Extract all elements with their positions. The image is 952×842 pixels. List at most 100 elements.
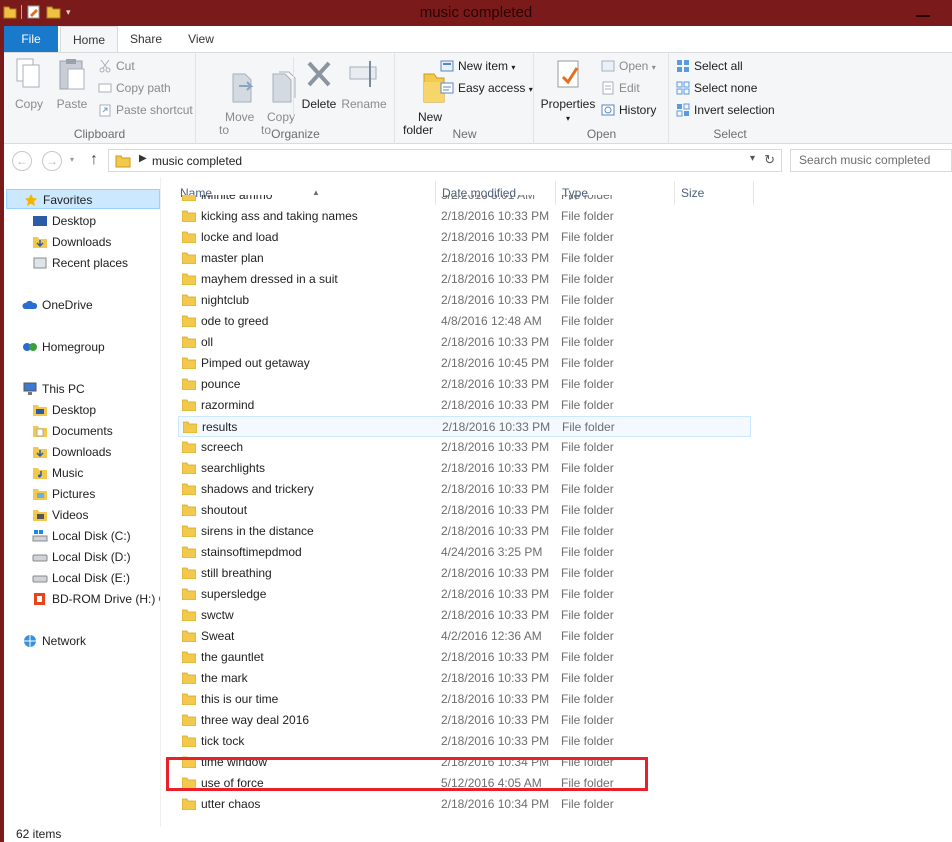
file-row[interactable]: nightclub 2/18/2016 10:33 PM File folder	[178, 290, 750, 311]
nav-documents[interactable]: Documents	[32, 421, 113, 441]
file-name[interactable]: swctw	[201, 605, 234, 626]
tab-file[interactable]: File	[4, 26, 58, 52]
file-row[interactable]: razormind 2/18/2016 10:33 PM File folder	[178, 395, 750, 416]
file-row[interactable]: the gauntlet 2/18/2016 10:33 PM File folde…	[178, 647, 750, 668]
file-name[interactable]: shoutout	[201, 500, 247, 521]
file-name[interactable]: still breathing	[201, 563, 272, 584]
file-name[interactable]: infinite ammo	[201, 195, 272, 206]
nav-pc-desktop[interactable]: Desktop	[32, 400, 96, 420]
file-row[interactable]: infinite ammo 3/2/2016 3:01 AM File folder	[178, 195, 750, 206]
file-name[interactable]: pounce	[201, 374, 240, 395]
file-name[interactable]: locke and load	[201, 227, 278, 248]
file-row[interactable]: shoutout 2/18/2016 10:33 PM File folder	[178, 500, 750, 521]
nav-bd-rom[interactable]: BD-ROM Drive (H:) G	[32, 589, 160, 609]
nav-network[interactable]: Network	[22, 631, 86, 651]
file-name[interactable]: nightclub	[201, 290, 249, 311]
invert-selection-button[interactable]: Invert selection	[676, 101, 775, 119]
nav-music[interactable]: Music	[32, 463, 83, 483]
tab-view[interactable]: View	[178, 26, 224, 52]
file-name[interactable]: ode to greed	[201, 311, 268, 332]
file-name[interactable]: searchlights	[201, 458, 265, 479]
file-name[interactable]: utter chaos	[201, 794, 260, 815]
file-name[interactable]: shadows and trickery	[201, 479, 314, 500]
file-name[interactable]: mayhem dressed in a suit	[201, 269, 338, 290]
nav-onedrive[interactable]: OneDrive	[22, 295, 93, 315]
paste-button[interactable]: Paste	[54, 57, 90, 111]
file-row[interactable]: the mark 2/18/2016 10:33 PM File folder	[178, 668, 750, 689]
file-row[interactable]: tick tock 2/18/2016 10:33 PM File folder	[178, 731, 750, 752]
file-row[interactable]: master plan 2/18/2016 10:33 PM File folder	[178, 248, 750, 269]
select-none-button[interactable]: Select none	[676, 79, 757, 97]
cut-button[interactable]: Cut	[98, 57, 135, 75]
file-row[interactable]: shadows and trickery 2/18/2016 10:33 PM Fi…	[178, 479, 750, 500]
new-item-button[interactable]: New item ▾	[440, 57, 515, 75]
nav-local-disk-d[interactable]: Local Disk (D:)	[32, 547, 131, 567]
file-name[interactable]: sirens in the distance	[201, 521, 314, 542]
file-name[interactable]: use of force	[201, 773, 264, 794]
nav-local-disk-c[interactable]: Local Disk (C:)	[32, 526, 131, 546]
file-row[interactable]: stainsoftimepdmod 4/24/2016 3:25 PM File f…	[178, 542, 750, 563]
nav-homegroup[interactable]: Homegroup	[22, 337, 105, 357]
file-name[interactable]: razormind	[201, 395, 254, 416]
nav-desktop[interactable]: Desktop	[32, 211, 96, 231]
open-button[interactable]: Open ▾	[601, 57, 656, 75]
edit-button[interactable]: Edit	[601, 79, 640, 97]
file-row[interactable]: three way deal 2016 2/18/2016 10:33 PM Fil…	[178, 710, 750, 731]
file-row[interactable]: time window 2/18/2016 10:34 PM File folder	[178, 752, 750, 773]
file-name[interactable]: oll	[201, 332, 213, 353]
file-name[interactable]: supersledge	[201, 584, 266, 605]
nav-recent-places[interactable]: Recent places	[32, 253, 128, 273]
file-row[interactable]: swctw 2/18/2016 10:33 PM File folder	[178, 605, 750, 626]
file-name[interactable]: Pimped out getaway	[201, 353, 310, 374]
file-name[interactable]: tick tock	[201, 731, 244, 752]
file-name[interactable]: kicking ass and taking names	[201, 206, 358, 227]
file-name[interactable]: time window	[201, 752, 267, 773]
file-name[interactable]: Sweat	[201, 626, 234, 647]
back-button[interactable]: ←	[12, 151, 32, 171]
file-row[interactable]: use of force 5/12/2016 4:05 AM File folder	[178, 773, 750, 794]
paste-shortcut-button[interactable]: Paste shortcut	[98, 101, 193, 119]
file-row[interactable]: pounce 2/18/2016 10:33 PM File folder	[178, 374, 750, 395]
file-row[interactable]: Pimped out getaway 2/18/2016 10:45 PM File…	[178, 353, 750, 374]
file-name[interactable]: screech	[201, 437, 243, 458]
history-button[interactable]: History	[601, 101, 656, 119]
address-dropdown-icon[interactable]: ▾	[750, 153, 755, 164]
refresh-icon[interactable]: ↻	[764, 152, 775, 168]
forward-button[interactable]: →	[42, 151, 62, 171]
properties-button[interactable]: Properties ▾	[539, 57, 597, 125]
file-row[interactable]: supersledge 2/18/2016 10:33 PM File folder	[178, 584, 750, 605]
select-all-button[interactable]: Select all	[676, 57, 743, 75]
file-row[interactable]: kicking ass and taking names 2/18/2016 10…	[178, 206, 750, 227]
file-name[interactable]: the gauntlet	[201, 647, 264, 668]
copy-button[interactable]: Copy	[12, 57, 46, 111]
nav-pictures[interactable]: Pictures	[32, 484, 95, 504]
file-row[interactable]: sirens in the distance 2/18/2016 10:33 PM…	[178, 521, 750, 542]
file-row[interactable]: Sweat 4/2/2016 12:36 AM File folder	[178, 626, 750, 647]
file-row[interactable]: still breathing 2/18/2016 10:33 PM File fo…	[178, 563, 750, 584]
file-row[interactable]: utter chaos 2/18/2016 10:34 PM File folder	[178, 794, 750, 815]
nav-videos[interactable]: Videos	[32, 505, 88, 525]
file-row[interactable]: results 2/18/2016 10:33 PM File folder	[178, 416, 751, 437]
breadcrumb-path[interactable]: music completed	[152, 154, 242, 168]
copy-path-button[interactable]: Copy path	[98, 79, 171, 97]
search-input[interactable]: Search music completed	[790, 149, 952, 172]
file-name[interactable]: this is our time	[201, 689, 278, 710]
file-row[interactable]: ode to greed 4/8/2016 12:48 AM File folder	[178, 311, 750, 332]
file-name[interactable]: stainsoftimepdmod	[201, 542, 302, 563]
file-name[interactable]: the mark	[201, 668, 248, 689]
file-row[interactable]: this is our time 2/18/2016 10:33 PM File f…	[178, 689, 750, 710]
tab-share[interactable]: Share	[122, 26, 170, 52]
nav-local-disk-e[interactable]: Local Disk (E:)	[32, 568, 130, 588]
file-row[interactable]: locke and load 2/18/2016 10:33 PM File fol…	[178, 227, 750, 248]
file-name[interactable]: three way deal 2016	[201, 710, 309, 731]
address-bar[interactable]: ▶ music completed ▾ ↻	[108, 149, 782, 172]
file-row[interactable]: screech 2/18/2016 10:33 PM File folder	[178, 437, 750, 458]
nav-pc-downloads[interactable]: Downloads	[32, 442, 111, 462]
tab-home[interactable]: Home	[60, 26, 118, 53]
up-arrow-icon[interactable]: ↑	[90, 151, 98, 169]
minimize-button[interactable]	[916, 3, 930, 17]
file-name[interactable]: master plan	[201, 248, 264, 269]
file-name[interactable]: results	[202, 417, 237, 438]
rename-button[interactable]: Rename	[341, 57, 387, 111]
nav-favorites[interactable]: Favorites	[6, 189, 160, 209]
